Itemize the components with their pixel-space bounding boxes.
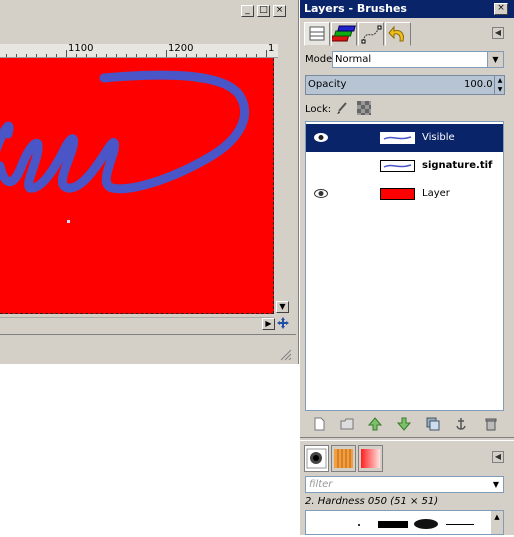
scroll-down-button[interactable]: ▼ [276,301,289,313]
brush-icon [306,448,327,469]
raise-layer-icon[interactable] [368,417,382,431]
filter-placeholder: filter [309,479,333,490]
maximize-button[interactable]: □ [257,5,270,17]
image-canvas[interactable] [0,58,274,314]
image-window: _ □ × 1100 1200 1 ▼ ▶ [0,0,299,364]
signature-stroke [0,70,249,223]
layer-thumbnail [380,132,415,144]
layer-name: Visible [422,132,455,143]
eye-icon[interactable] [314,189,328,198]
status-bar [0,334,296,363]
channels-icon [330,25,356,42]
tab-brushes[interactable] [304,445,329,472]
mode-select[interactable]: Normal ▼ [332,51,504,68]
tab-menu-button[interactable]: ◀ [492,27,504,39]
mode-value: Normal [335,54,372,65]
lock-alpha-icon[interactable] [357,101,371,115]
ruler-label-1200: 1200 [168,43,194,54]
layers-brushes-dock: Layers - Brushes × ◀ Mode: Normal ▼ Opac… [299,0,514,535]
paths-icon [361,25,382,44]
opacity-label: Opacity [308,79,347,90]
scroll-right-button[interactable]: ▶ [262,318,275,330]
navigate-icon[interactable] [276,316,290,330]
horizontal-ruler: 1100 1200 1 [0,43,278,58]
minimize-button[interactable]: _ [241,5,254,17]
delete-layer-icon[interactable] [484,417,498,431]
opacity-slider[interactable]: Opacity 100.0 ▲ ▼ [305,75,505,95]
brush-name: 2. Hardness 050 (51 × 51) [305,496,439,507]
ruler-label-partial: 1 [268,43,275,54]
layer-name: signature.tif [422,160,493,171]
tab-paths[interactable] [358,22,384,46]
layer-name: Layer [422,188,450,199]
lock-paint-icon[interactable] [335,101,349,115]
layer-row-layer[interactable]: Layer [306,180,503,208]
anchor-layer-icon[interactable] [454,417,468,431]
brush-scroll-up-button[interactable]: ▲ [491,511,503,534]
tab-patterns[interactable] [331,445,356,472]
brush-previews [358,519,474,529]
resize-grip-icon[interactable] [280,349,292,361]
tab-undo-history[interactable] [385,22,411,46]
layer-row-visible[interactable]: Visible [306,124,503,152]
ruler-label-1100: 1100 [68,43,94,54]
layer-thumbnail [380,160,415,172]
tab-channels[interactable] [330,22,357,46]
eye-icon[interactable] [314,133,328,142]
duplicate-layer-icon[interactable] [426,417,440,431]
opacity-value[interactable]: 100.0 [464,79,493,90]
layers-list[interactable]: Visible signature.tif Layer [305,121,504,411]
opacity-spin-button[interactable]: ▲ ▼ [494,76,505,94]
chevron-down-icon: ▼ [487,52,503,67]
lock-label: Lock: [305,104,332,115]
brush-filter-input[interactable]: filter ▼ [305,476,504,493]
close-button[interactable]: × [273,5,286,17]
layers-icon [309,26,325,41]
pattern-icon [334,449,353,468]
undo-icon [388,25,404,42]
new-layer-icon[interactable] [312,417,326,431]
tab-layers[interactable] [304,22,330,46]
vertical-scrollbar[interactable]: ▼ [276,58,290,316]
brush-grid[interactable]: ▲ [305,510,504,535]
section-divider [300,437,514,441]
layer-row-signature[interactable]: signature.tif [306,152,503,180]
horizontal-scrollbar[interactable] [0,317,274,332]
lower-layer-icon[interactable] [397,417,411,431]
new-layer-group-icon[interactable] [340,417,354,431]
chevron-down-icon: ▼ [492,480,499,489]
layer-thumbnail [380,188,415,200]
brushes-tab-menu-button[interactable]: ◀ [492,451,504,463]
dock-close-button[interactable]: × [494,3,508,15]
tab-gradients[interactable] [358,445,383,472]
gradient-icon [361,449,380,468]
dock-title: Layers - Brushes [300,0,514,18]
